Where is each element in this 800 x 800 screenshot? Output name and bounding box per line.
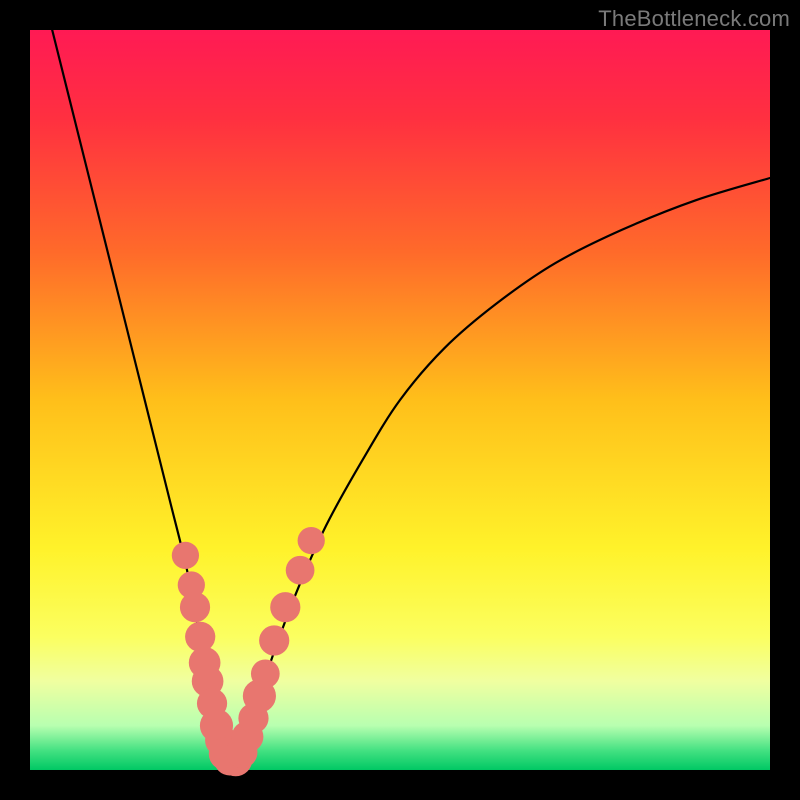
scatter-dot — [298, 527, 325, 554]
scatter-dot — [251, 659, 280, 688]
scatter-dot — [259, 625, 289, 655]
scatter-dot — [172, 542, 199, 569]
chart-svg — [0, 0, 800, 800]
scatter-dot — [185, 622, 215, 652]
scatter-dot — [270, 592, 300, 622]
scatter-dot — [180, 592, 210, 622]
chart-frame: TheBottleneck.com — [0, 0, 800, 800]
scatter-dot — [286, 556, 315, 585]
